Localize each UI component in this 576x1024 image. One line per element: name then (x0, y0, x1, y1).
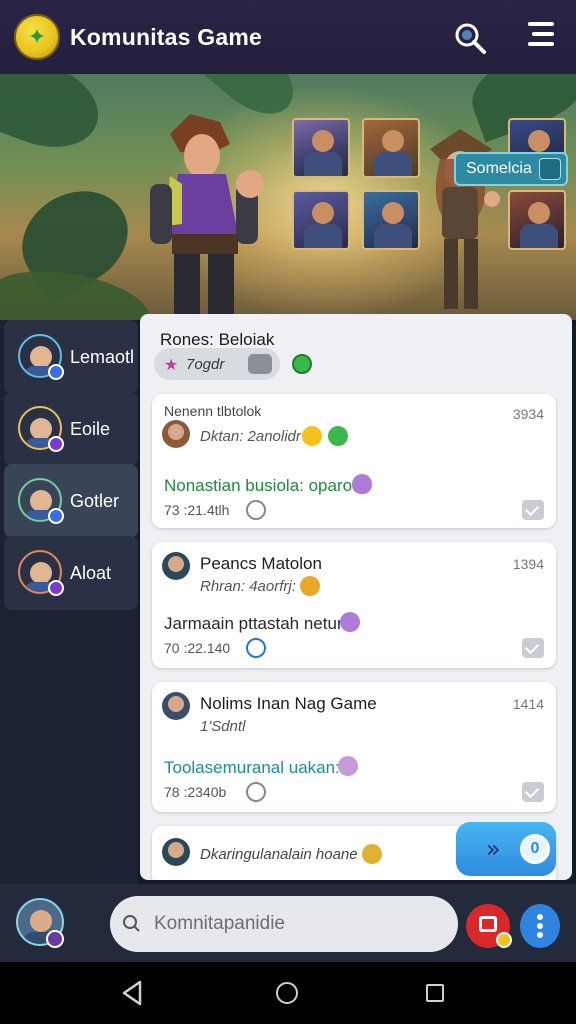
sidebar-item[interactable]: Gotler (4, 464, 138, 538)
sidebar-item-label: Lemaotl (70, 347, 135, 367)
message-text: Jarmaain pttastah netun: (164, 614, 352, 633)
top-app-bar: ✦ Komunitas Game (0, 0, 576, 74)
chip-label: 7ogdr (186, 356, 225, 373)
search-input[interactable] (110, 896, 458, 952)
sidebar-item[interactable]: Eoile (4, 392, 138, 466)
emoji-icon (362, 844, 382, 864)
hero-banner: Somelcia (0, 74, 576, 320)
emoji-icon[interactable] (292, 354, 312, 374)
search-icon[interactable] (452, 20, 488, 56)
chat-bubble-button[interactable] (466, 904, 512, 948)
channel-sidebar: Lemaotl Eoile Gotler Aloat (0, 320, 138, 884)
hero-thumbnail[interactable] (362, 118, 420, 178)
back-icon[interactable] (120, 980, 144, 1006)
message-sender: Nenenn tlbtolok (164, 403, 262, 419)
filter-chip[interactable]: ★ 7ogdr (154, 348, 280, 380)
egg-emoji-icon (352, 474, 372, 494)
egg-emoji-icon (340, 612, 360, 632)
refresh-icon[interactable] (246, 638, 266, 658)
banner-button-label: Somelcia (466, 160, 532, 177)
sidebar-item-label: Eoile (70, 419, 111, 439)
banner-action-button[interactable]: Somelcia (454, 152, 568, 186)
message-sender: Peancs Matolon (200, 554, 322, 573)
message-card[interactable]: Peancs Matolon 1394 Rhran: 4aorfrj: Jarm… (152, 542, 556, 668)
status-badge (48, 580, 64, 596)
message-time: 3934 (512, 406, 544, 422)
check-icon[interactable] (522, 638, 544, 658)
emoji-icon (328, 426, 348, 446)
message-card[interactable]: Nenenn tlbtolok 3934 Dktan: 2anolidr Non… (152, 394, 556, 528)
recent-apps-icon[interactable] (426, 984, 444, 1002)
message-text: Toolasemuranal uakan: (164, 758, 340, 777)
message-timestamp: 78 :2340b (164, 784, 227, 800)
app-title: Komunitas Game (70, 24, 262, 50)
panel-title: Rones: Beloiak (160, 330, 275, 349)
message-subtitle: Dktan: 2anolidr (200, 428, 301, 445)
search-icon (123, 915, 140, 932)
check-icon[interactable] (522, 782, 544, 802)
hero-thumbnail[interactable] (508, 190, 566, 250)
status-badge (48, 364, 64, 380)
more-options-button[interactable] (520, 904, 560, 948)
message-time: 1414 (512, 696, 544, 712)
status-badge (46, 930, 64, 948)
refresh-icon[interactable] (246, 500, 266, 520)
egg-emoji-icon (338, 756, 358, 776)
camera-icon[interactable] (248, 354, 272, 374)
message-time: 1394 (512, 556, 544, 572)
hero-thumbnail[interactable] (362, 190, 420, 250)
sidebar-item[interactable]: Lemaotl (4, 320, 138, 394)
message-card[interactable]: Nolims Inan Nag Game 1414 1'Sdntl Toolas… (152, 682, 556, 812)
avatar (162, 552, 190, 580)
emoji-icon (496, 932, 512, 948)
home-icon[interactable] (276, 982, 298, 1004)
send-button[interactable]: » 0 (456, 822, 556, 876)
chat-bubble-icon (479, 916, 497, 932)
status-badge (48, 436, 64, 452)
message-timestamp: 70 :22.140 (164, 640, 231, 656)
avatar (162, 692, 190, 720)
avatar (162, 838, 190, 866)
emoji-icon (300, 576, 320, 596)
hero-thumbnail[interactable] (292, 190, 350, 250)
message-sender: Nolims Inan Nag Game (200, 694, 377, 713)
expand-icon (539, 158, 561, 180)
message-sender: Dkaringulanalain hoane (200, 846, 358, 863)
menu-icon[interactable] (522, 22, 556, 52)
hero-character-illustration (150, 114, 264, 320)
gamepad-logo-icon[interactable]: ✦ (14, 14, 60, 60)
unread-count: 0 (520, 834, 550, 864)
emoji-icon (302, 426, 322, 446)
message-subtitle: 1'Sdntl (200, 718, 246, 735)
refresh-icon[interactable] (246, 782, 266, 802)
sidebar-item[interactable]: Aloat (4, 536, 138, 610)
chat-panel: Rones: Beloiak ★ 7ogdr Nenenn tlbtolok 3… (140, 314, 572, 880)
composer-bar (0, 884, 576, 962)
status-badge (48, 508, 64, 524)
message-timestamp: 73 :21.4tlh (164, 502, 230, 518)
send-arrow-icon: » (486, 835, 501, 863)
message-subtitle: Rhran: 4aorfrj: (200, 578, 296, 595)
sidebar-item-label: Aloat (70, 563, 112, 583)
message-text: Nonastian busiola: oparot: (164, 476, 362, 495)
system-navigation-bar (0, 962, 576, 1024)
hero-thumbnail[interactable] (292, 118, 350, 178)
check-icon[interactable] (522, 500, 544, 520)
sidebar-item-label: Gotler (70, 491, 120, 511)
star-icon: ★ (164, 355, 179, 374)
avatar (162, 420, 190, 448)
